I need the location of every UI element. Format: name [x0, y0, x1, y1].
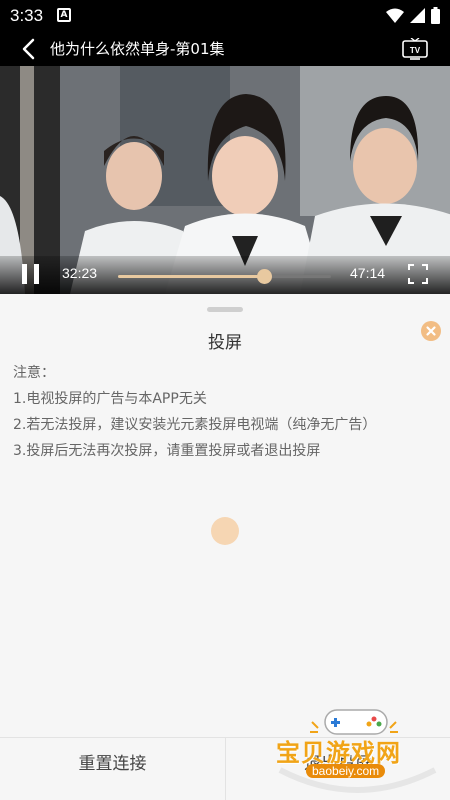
reset-connection-button[interactable]: 重置连接: [0, 738, 225, 800]
note-item: 3.投屏后无法再次投屏，请重置投屏或者退出投屏: [13, 443, 321, 459]
wifi-icon: [386, 8, 404, 23]
watermark-url: baobeiy.com: [306, 764, 386, 778]
fullscreen-icon[interactable]: [408, 264, 428, 284]
seek-bar-thumb[interactable]: [256, 269, 272, 284]
signal-icon: [410, 8, 425, 23]
notification-icon: A: [57, 8, 71, 22]
note-item: 2.若无法投屏，建议安装光元素投屏电视端（纯净无广告）: [13, 417, 377, 433]
video-title: 他为什么依然单身-第01集: [50, 40, 225, 58]
sheet-title: 投屏: [208, 333, 242, 353]
site-watermark: 宝贝游戏网 baobeiy.com: [270, 700, 445, 795]
back-arrow-icon[interactable]: [18, 37, 40, 61]
status-time: 3:33: [10, 6, 44, 25]
player-controls: 32:23 47:14: [0, 256, 450, 294]
tv-cast-button[interactable]: TV: [402, 37, 428, 60]
note-item: 1.电视投屏的广告与本APP无关: [13, 391, 207, 407]
pause-bar-right: [34, 264, 39, 284]
pause-bar-left: [22, 264, 27, 284]
pause-button[interactable]: [22, 264, 40, 284]
svg-text:TV: TV: [410, 46, 421, 55]
battery-icon: [431, 7, 440, 24]
video-title-bar: 他为什么依然单身-第01集 TV: [0, 32, 450, 66]
loading-spinner: [211, 517, 239, 545]
watermark-text: 宝贝游戏网: [276, 739, 401, 767]
cast-notes: 注意： 1.电视投屏的广告与本APP无关 2.若无法投屏，建议安装光元素投屏电视…: [13, 360, 376, 464]
seek-bar-progress: [118, 275, 264, 278]
system-icons: [386, 7, 440, 24]
notes-heading: 注意：: [13, 365, 55, 381]
tv-icon: TV: [402, 37, 428, 60]
status-bar: 3:33 A: [0, 0, 450, 32]
total-time: 47:14: [350, 265, 386, 281]
video-player[interactable]: 32:23 47:14: [0, 66, 450, 294]
sheet-drag-handle[interactable]: [207, 307, 243, 312]
seek-bar[interactable]: [118, 269, 331, 284]
current-time: 32:23: [62, 265, 98, 281]
